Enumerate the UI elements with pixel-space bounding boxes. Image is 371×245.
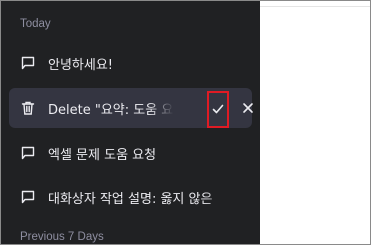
chat-item[interactable]: 대화상자 작업 설명: 옳지 않은	[9, 177, 252, 217]
confirm-delete-button[interactable]	[207, 90, 229, 128]
section-label-today: Today	[20, 18, 51, 30]
chat-item-label: 엑셀 문제 도움 요청	[48, 147, 157, 163]
close-icon	[243, 103, 253, 113]
chat-bubble-icon	[21, 190, 35, 204]
delete-confirm-actions	[207, 90, 258, 128]
header-divider	[260, 6, 370, 7]
main-content	[260, 1, 370, 244]
cancel-delete-button[interactable]	[238, 98, 258, 118]
chat-bubble-icon	[21, 146, 35, 160]
chat-bubble-icon	[21, 56, 35, 70]
check-icon	[212, 104, 224, 114]
chat-item-label: 대화상자 작업 설명: 옳지 않은	[48, 191, 213, 207]
trash-icon	[21, 101, 35, 115]
chat-item[interactable]: 엑셀 문제 도움 요청	[9, 133, 252, 173]
sidebar: Today 안녕하세요! Delete "요약: 도움 요청"?	[1, 1, 260, 244]
app-frame: Today 안녕하세요! Delete "요약: 도움 요청"?	[0, 0, 371, 245]
delete-confirm-label: Delete "요약: 도움 요청"?	[48, 102, 174, 118]
chat-item[interactable]: 안녕하세요!	[9, 43, 252, 83]
chat-item-label: 안녕하세요!	[48, 57, 114, 73]
chat-item-delete-confirm[interactable]: Delete "요약: 도움 요청"?	[9, 88, 253, 128]
section-label-previous-7-days: Previous 7 Days	[20, 231, 104, 243]
